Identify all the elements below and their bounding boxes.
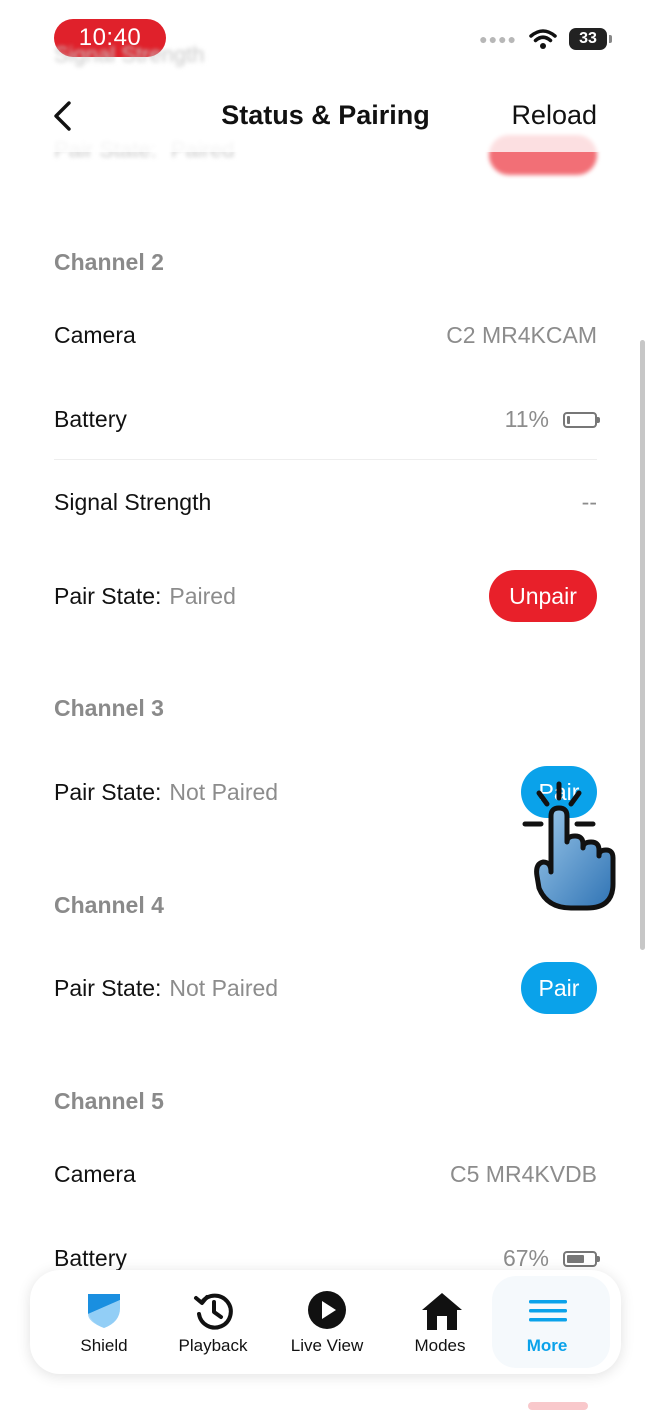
nav-modes[interactable]: Modes [384,1270,496,1374]
bottom-nav: Shield Playback Live View Modes More [30,1270,621,1374]
battery-fill [567,415,570,424]
nav-playback[interactable]: Playback [157,1270,269,1374]
channel-4-title: Channel 4 [54,892,164,918]
menu-icon [529,1300,567,1322]
battery-value: 11% [504,406,600,433]
camera-label: Camera [54,1161,136,1187]
pair-button[interactable]: Pair [521,962,597,1014]
camera-name: C5 MR4KVDB [450,1161,597,1187]
cellular-signal-icon: ●●●● [479,31,517,47]
pair-state-value: Not Paired [169,779,279,805]
nav-more[interactable]: More [491,1270,603,1374]
signal-label: Signal Strength [54,489,212,515]
home-icon [422,1293,462,1330]
pair-state-value: Not Paired [169,975,279,1001]
history-icon [194,1293,233,1330]
signal-strength: -- [581,489,597,515]
nav-live-view[interactable]: Live View [271,1270,383,1374]
channel-3-title: Channel 3 [54,695,164,721]
battery-level-icon [563,411,600,428]
pair-state-label: Pair State: [54,779,162,805]
pair-state-label: Pair State: [54,583,162,609]
nav-label: Modes [414,1336,466,1355]
play-icon [308,1291,346,1329]
battery-label: Battery [54,1245,127,1271]
divider [54,459,597,460]
battery-level-icon [563,1250,600,1267]
camera-name: C2 MR4KCAM [446,322,597,348]
nav-shield[interactable]: Shield [48,1270,160,1374]
shield-icon [88,1294,120,1328]
channel-2-title: Channel 2 [54,249,164,275]
tap-hand-icon [522,781,616,911]
pair-state-label: Pair State: [54,975,162,1001]
pair-state-row: Pair State: Not Paired [54,779,278,806]
wifi-icon [529,29,557,49]
unpair-button[interactable]: Unpair [489,570,597,622]
battery-percent: 67% [502,1245,549,1271]
nav-label: Live View [290,1336,364,1355]
pair-state-value: Paired [169,583,236,609]
battery-label: Battery [54,406,127,432]
ghost-signal-label: Signal Strength [54,42,205,67]
pair-state-row: Pair State: Not Paired [54,975,278,1002]
signal-value: -- [582,489,597,516]
camera-value: C2 MR4KCAM [446,322,597,349]
channel-5-title: Channel 5 [54,1088,164,1114]
camera-label: Camera [54,322,136,348]
battery-value: 67% [502,1245,600,1272]
reload-button[interactable]: Reload [511,100,597,131]
nav-label: Shield [80,1336,128,1355]
nav-label: Playback [178,1336,248,1355]
nav-label: More [526,1336,568,1355]
pair-state-row: Pair State: Paired [54,583,236,610]
status-icons: ●●●● 33 [479,28,612,50]
battery-percent: 11% [504,406,549,432]
ghost-button-edge [528,1402,588,1410]
battery-fill [567,1254,584,1263]
battery-indicator: 33 [569,28,612,50]
camera-value: C5 MR4KVDB [450,1161,597,1188]
scrollbar[interactable] [640,340,645,950]
